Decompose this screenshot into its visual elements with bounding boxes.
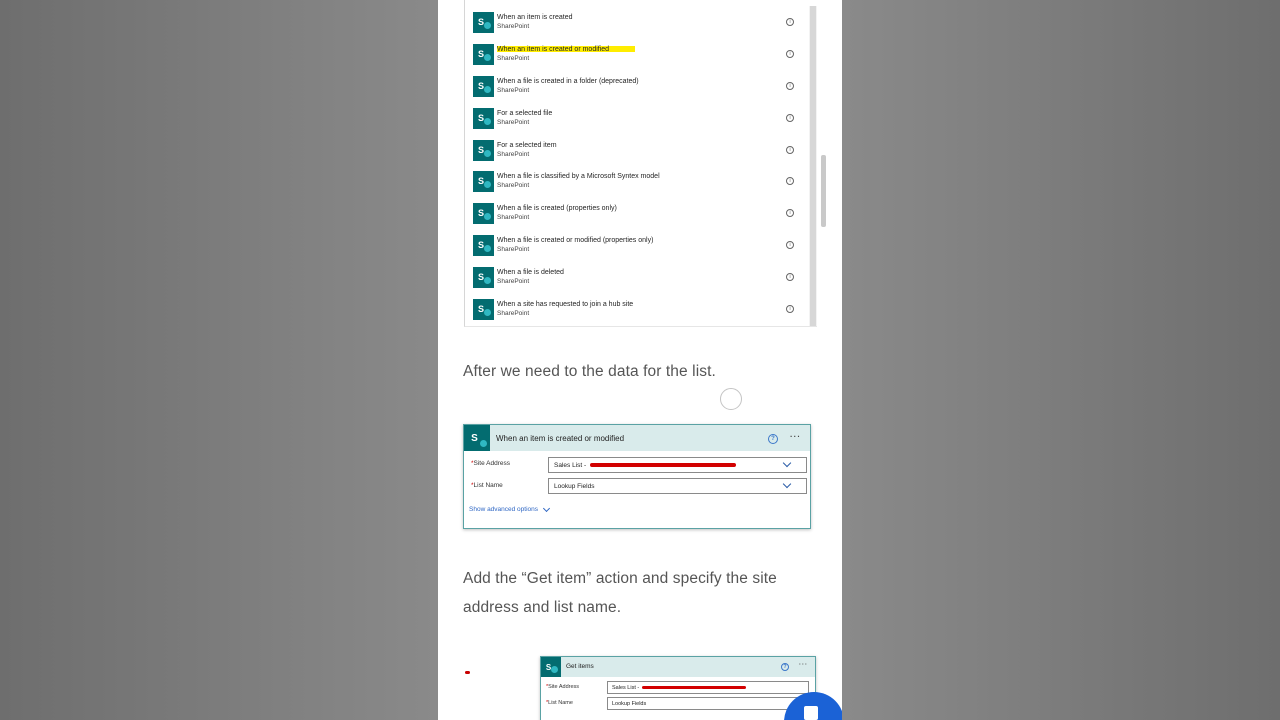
trigger-connector: SharePoint xyxy=(497,23,530,30)
trigger-title: When a file is deleted xyxy=(497,269,564,276)
trigger-text: When a file is classified by a Microsoft… xyxy=(497,172,660,190)
info-icon[interactable]: i xyxy=(786,209,794,217)
page-scrollbar-thumb[interactable] xyxy=(821,155,826,227)
sharepoint-icon: S xyxy=(473,266,494,288)
sharepoint-icon: S xyxy=(473,43,494,65)
list-name-field[interactable]: Lookup Fields xyxy=(548,478,807,494)
info-icon[interactable]: i xyxy=(786,305,794,313)
trigger-connector: SharePoint xyxy=(497,278,530,285)
info-icon[interactable]: i xyxy=(786,177,794,185)
site-address-label: *Site Address xyxy=(546,684,580,690)
trigger-text: When a file is created or modified (prop… xyxy=(497,236,653,254)
sharepoint-icon: S xyxy=(473,298,494,320)
trigger-item[interactable]: S When an item is created or modified Shar… xyxy=(473,39,801,69)
site-address-label: *Site Address xyxy=(471,460,511,467)
trigger-text: For a selected item SharePoint xyxy=(497,141,557,159)
trigger-item[interactable]: S When a site has requested to join a hub… xyxy=(473,294,801,324)
trigger-text: When a file is created (properties only)… xyxy=(497,204,617,222)
sharepoint-icon: S xyxy=(473,107,494,129)
trigger-title: When a site has requested to join a hub … xyxy=(497,301,634,308)
scrollbar-thumb[interactable] xyxy=(810,6,816,326)
trigger-item[interactable]: S When a file is classified by a Microsof… xyxy=(473,166,801,196)
trigger-text: For a selected file SharePoint xyxy=(497,109,552,127)
help-icon[interactable]: ? xyxy=(781,663,789,671)
sharepoint-icon: S xyxy=(464,425,490,451)
site-address-field[interactable]: Sales List - xyxy=(548,457,807,473)
trigger-card-title: When an item is created or modified xyxy=(496,434,625,443)
site-address-field[interactable]: Sales List - xyxy=(607,681,809,694)
trigger-connector: SharePoint xyxy=(497,151,530,158)
redacted-url xyxy=(642,686,747,689)
trigger-title: When a file is created in a folder (depr… xyxy=(497,78,639,85)
trigger-item[interactable]: S For a selected item SharePoint i xyxy=(473,135,801,165)
trigger-text: When an item is created SharePoint xyxy=(497,13,572,31)
more-icon[interactable]: ··· xyxy=(799,662,808,668)
more-icon[interactable]: ··· xyxy=(790,432,801,441)
paragraph-add-get-item: Add the “Get item” action and specify th… xyxy=(463,570,777,616)
info-icon[interactable]: i xyxy=(786,273,794,281)
info-icon[interactable]: i xyxy=(786,241,794,249)
left-letterbox xyxy=(0,0,438,720)
sharepoint-icon: S xyxy=(473,202,494,224)
trigger-list-scrollbar[interactable] xyxy=(809,6,817,326)
trigger-connector: SharePoint xyxy=(497,310,530,317)
trigger-text: When an item is created or modified Share… xyxy=(497,45,635,63)
trigger-item[interactable]: S When an item is created SharePoint i xyxy=(473,7,801,37)
trigger-connector: SharePoint xyxy=(497,119,530,126)
trigger-title: When a file is classified by a Microsoft… xyxy=(497,173,660,180)
touch-indicator xyxy=(720,388,742,410)
trigger-item[interactable]: S When a file is created (properties only… xyxy=(473,198,801,228)
trigger-card-header[interactable]: S When an item is created or modified ? … xyxy=(464,425,810,451)
paragraph-get-list-data: After we need to the data for the list. xyxy=(463,363,716,380)
right-letterbox xyxy=(842,0,1280,720)
info-icon[interactable]: i xyxy=(786,50,794,58)
trigger-connector: SharePoint xyxy=(497,87,530,94)
sharepoint-icon: S xyxy=(473,75,494,97)
redacted-url xyxy=(590,463,737,467)
trigger-title: When a file is created or modified (prop… xyxy=(497,237,654,244)
trigger-item[interactable]: S When a file is created in a folder (dep… xyxy=(473,71,801,101)
info-icon[interactable]: i xyxy=(786,146,794,154)
get-items-card[interactable]: S Get items ? ··· *Site Address Sales Li… xyxy=(540,656,816,720)
info-icon[interactable]: i xyxy=(786,82,794,90)
trigger-card[interactable]: S When an item is created or modified ? … xyxy=(463,424,811,529)
info-icon[interactable]: i xyxy=(786,18,794,26)
trigger-title: When an item is created or modified xyxy=(497,46,610,53)
help-icon[interactable]: ? xyxy=(768,434,778,444)
article-page[interactable]: S When an item is created SharePoint i S When… xyxy=(438,0,842,720)
trigger-connector: SharePoint xyxy=(497,55,530,62)
sharepoint-icon: S xyxy=(541,657,561,677)
trigger-text: When a file is created in a folder (depr… xyxy=(497,77,639,95)
get-items-card-title: Get items xyxy=(566,663,594,670)
trigger-text: When a site has requested to join a hub … xyxy=(497,300,633,318)
list-name-label: *List Name xyxy=(471,482,503,489)
sharepoint-icon: S xyxy=(473,234,494,256)
trigger-connector: SharePoint xyxy=(497,246,530,253)
trigger-connector: SharePoint xyxy=(497,214,530,221)
sharepoint-icon: S xyxy=(473,139,494,161)
list-name-field[interactable]: Lookup Fields xyxy=(607,697,809,710)
list-name-label: *List Name xyxy=(546,700,573,706)
info-icon[interactable]: i xyxy=(786,114,794,122)
sharepoint-icon: S xyxy=(473,170,494,192)
chevron-down-icon xyxy=(542,504,551,513)
trigger-item[interactable]: S When a file is created or modified (pro… xyxy=(473,230,801,260)
trigger-item[interactable]: S For a selected file SharePoint i xyxy=(473,103,801,133)
trigger-list[interactable]: S When an item is created SharePoint i S When… xyxy=(464,0,817,327)
trigger-text: When a file is deleted SharePoint xyxy=(497,268,564,286)
red-mark xyxy=(465,671,470,674)
trigger-item[interactable]: S When a file is deleted SharePoint i xyxy=(473,262,801,292)
trigger-title: When an item is created xyxy=(497,14,573,21)
trigger-title: For a selected file xyxy=(497,110,553,117)
trigger-title: For a selected item xyxy=(497,142,557,149)
trigger-title: When a file is created (properties only) xyxy=(497,205,617,212)
show-advanced-options-link[interactable]: Show advanced options xyxy=(469,504,551,513)
trigger-connector: SharePoint xyxy=(497,182,530,189)
get-items-card-header[interactable]: S Get items ? ··· xyxy=(541,657,815,677)
sharepoint-icon: S xyxy=(473,11,494,33)
